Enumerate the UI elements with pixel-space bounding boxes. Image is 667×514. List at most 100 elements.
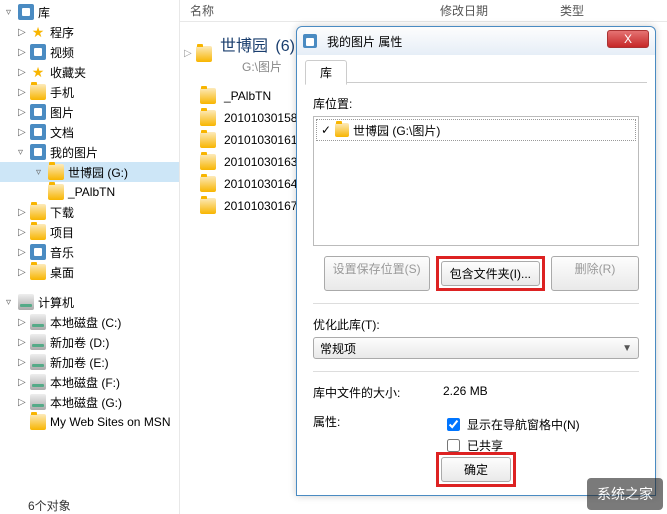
dialog-body: 库位置: ✓ 世博园 (G:\图片) 设置保存位置(S) 包含文件夹(I)...… bbox=[297, 83, 655, 467]
show-in-nav-checkbox[interactable]: 显示在导航窗格中(N) bbox=[443, 415, 580, 434]
tree-header-label: 计算机 bbox=[38, 294, 74, 311]
library-icon bbox=[303, 34, 317, 48]
tree-header-label: 库 bbox=[38, 4, 50, 21]
col-header-date[interactable]: 修改日期 bbox=[440, 0, 560, 21]
tree-item[interactable]: ▷ 文档 bbox=[0, 122, 179, 142]
size-row: 库中文件的大小: 2.26 MB bbox=[313, 384, 639, 401]
library-icon bbox=[30, 124, 46, 140]
dialog-titlebar[interactable]: 我的图片 属性 X bbox=[297, 27, 655, 55]
tree-label: 世博园 (G:) bbox=[68, 164, 128, 181]
arrow-icon: ▷ bbox=[18, 397, 28, 408]
tree-item[interactable]: _PAlbTN bbox=[0, 182, 179, 202]
file-name: 20101030167 bbox=[224, 199, 297, 213]
arrow-icon: ▷ bbox=[18, 317, 28, 328]
tree-item-drive[interactable]: ▷ 本地磁盘 (G:) bbox=[0, 392, 179, 412]
tree-label: 本地磁盘 (G:) bbox=[50, 394, 122, 411]
include-folder-button[interactable]: 包含文件夹(I)... bbox=[441, 261, 540, 286]
tree-label: 下载 bbox=[50, 204, 74, 221]
arrow-icon: ▷ bbox=[18, 87, 28, 98]
location-buttons: 设置保存位置(S) 包含文件夹(I)... 删除(R) bbox=[313, 256, 639, 291]
folder-icon bbox=[200, 154, 216, 170]
library-locations-list[interactable]: ✓ 世博园 (G:\图片) bbox=[313, 116, 639, 246]
arrow-icon: ▷ bbox=[18, 47, 28, 58]
tree-label: 手机 bbox=[50, 84, 74, 101]
tree-item[interactable]: ▷图片 bbox=[0, 102, 179, 122]
location-item[interactable]: ✓ 世博园 (G:\图片) bbox=[316, 119, 636, 141]
folder-icon bbox=[48, 184, 64, 200]
tree-item[interactable]: ▷桌面 bbox=[0, 262, 179, 282]
dialog-title: 我的图片 属性 bbox=[327, 33, 402, 50]
folder-icon bbox=[30, 84, 46, 100]
dropdown-value: 常规项 bbox=[320, 340, 356, 357]
checkbox-input[interactable] bbox=[447, 418, 460, 431]
size-label: 库中文件的大小: bbox=[313, 384, 443, 401]
col-header-type[interactable]: 类型 bbox=[560, 0, 640, 21]
arrow-icon: ▷ bbox=[18, 207, 28, 218]
watermark: 系统之家 bbox=[587, 478, 663, 510]
tree-item-selected[interactable]: ▿ 世博园 (G:) bbox=[0, 162, 179, 182]
highlight-box: 确定 bbox=[436, 452, 516, 487]
tree-item-drive[interactable]: My Web Sites on MSN bbox=[0, 412, 179, 432]
optimize-label: 优化此库(T): bbox=[313, 316, 639, 333]
drive-icon bbox=[30, 334, 46, 350]
checkbox-input[interactable] bbox=[447, 439, 460, 452]
ok-button[interactable]: 确定 bbox=[441, 457, 511, 482]
nav-tree: ▿ 库 ▷★程序 ▷ 视频 ▷★收藏夹 ▷ 手机 ▷图片 ▷ 文档 ▿我的图片 ▿ 世博… bbox=[0, 0, 179, 434]
tab-strip: 库 bbox=[305, 59, 647, 83]
arrow-icon: ▷ bbox=[18, 107, 28, 118]
drive-icon bbox=[30, 394, 46, 410]
arrow-icon: ▷ bbox=[18, 337, 28, 348]
folder-icon bbox=[200, 176, 216, 192]
arrow-icon: ▷ bbox=[18, 67, 28, 78]
arrow-icon: ▷ bbox=[18, 377, 28, 388]
tree-item[interactable]: ▷★收藏夹 bbox=[0, 62, 179, 82]
tree-item[interactable]: ▷ 下载 bbox=[0, 202, 179, 222]
tree-label: 文档 bbox=[50, 124, 74, 141]
optimize-dropdown[interactable]: 常规项 ▼ bbox=[313, 337, 639, 359]
location-path: G:\图片 bbox=[242, 58, 295, 75]
explorer-sidebar: ▿ 库 ▷★程序 ▷ 视频 ▷★收藏夹 ▷ 手机 ▷图片 ▷ 文档 ▿我的图片 ▿ 世博… bbox=[0, 0, 180, 514]
tree-item[interactable]: ▷ 视频 bbox=[0, 42, 179, 62]
divider bbox=[313, 371, 639, 372]
tree-item-drive[interactable]: ▷新加卷 (E:) bbox=[0, 352, 179, 372]
library-icon bbox=[30, 44, 46, 60]
close-button[interactable]: X bbox=[607, 30, 649, 48]
arrow-icon: ▷ bbox=[18, 127, 28, 138]
arrow-icon: ▿ bbox=[36, 167, 46, 178]
library-icon bbox=[30, 144, 46, 160]
folder-icon bbox=[30, 264, 46, 280]
tree-header-libraries[interactable]: ▿ 库 bbox=[0, 2, 179, 22]
file-name: 20101030158 bbox=[224, 111, 297, 125]
tree-label: 项目 bbox=[50, 224, 74, 241]
tree-item-drive[interactable]: ▷本地磁盘 (C:) bbox=[0, 312, 179, 332]
checkbox-label: 显示在导航窗格中(N) bbox=[467, 416, 580, 433]
arrow-icon: ▷ bbox=[18, 227, 28, 238]
tree-item[interactable]: ▷★程序 bbox=[0, 22, 179, 42]
attributes-label: 属性: bbox=[313, 413, 443, 455]
col-header-name[interactable]: 名称 bbox=[180, 0, 440, 21]
tree-item-drive[interactable]: ▷本地磁盘 (F:) bbox=[0, 372, 179, 392]
tab-library[interactable]: 库 bbox=[305, 60, 347, 85]
arrow-icon: ▷ bbox=[18, 247, 28, 258]
set-save-location-button[interactable]: 设置保存位置(S) bbox=[324, 256, 430, 291]
folder-icon bbox=[30, 204, 46, 220]
attributes-row: 属性: 显示在导航窗格中(N) 已共享 bbox=[313, 413, 639, 455]
expand-arrow-icon: ▿ bbox=[6, 297, 16, 308]
arrow-icon: ▿ bbox=[18, 147, 28, 158]
tree-label: 视频 bbox=[50, 44, 74, 61]
properties-dialog: 我的图片 属性 X 库 库位置: ✓ 世博园 (G:\图片) 设置保存位置(S)… bbox=[296, 26, 656, 496]
computer-icon bbox=[18, 294, 34, 310]
tree-item[interactable]: ▷ 手机 bbox=[0, 82, 179, 102]
check-icon: ✓ bbox=[321, 123, 335, 137]
tree-header-computer[interactable]: ▿ 计算机 bbox=[0, 292, 179, 312]
tree-label: 桌面 bbox=[50, 264, 74, 281]
arrow-icon: ▷ bbox=[18, 357, 28, 368]
expand-arrow-icon: ▿ bbox=[6, 7, 16, 18]
remove-button[interactable]: 删除(R) bbox=[551, 256, 639, 291]
tree-item-drive[interactable]: ▷新加卷 (D:) bbox=[0, 332, 179, 352]
tree-item[interactable]: ▷ 项目 bbox=[0, 222, 179, 242]
folder-icon bbox=[200, 198, 216, 214]
tree-item[interactable]: ▿我的图片 bbox=[0, 142, 179, 162]
tree-item[interactable]: ▷音乐 bbox=[0, 242, 179, 262]
folder-icon bbox=[30, 414, 46, 430]
